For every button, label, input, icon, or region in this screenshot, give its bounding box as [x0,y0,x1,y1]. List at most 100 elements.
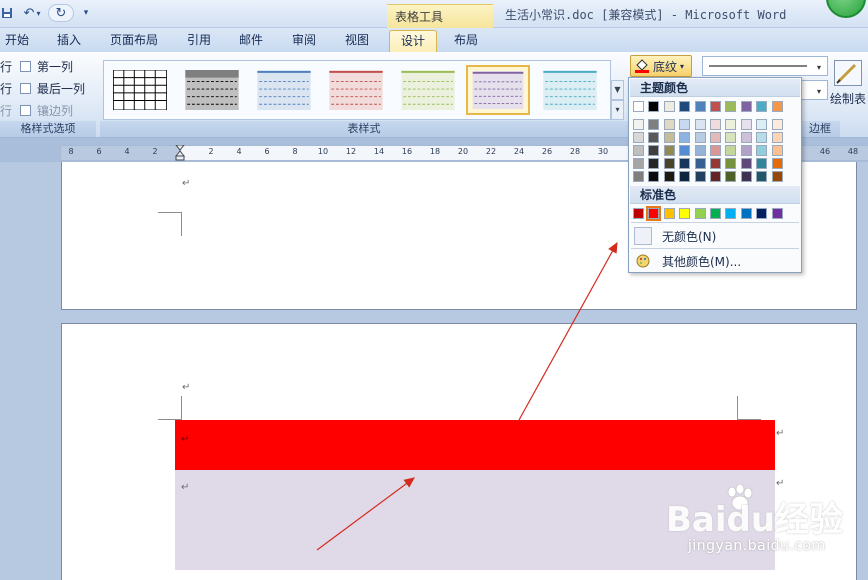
shading-color-dropdown[interactable]: 主题颜色 标准色 无颜色(N) 其他颜色(M)... [628,77,802,273]
theme-shade-swatch[interactable] [694,119,706,130]
theme-shade-swatch[interactable] [633,171,644,182]
option-total-row[interactable]: 行 [0,80,12,97]
theme-shade-swatch[interactable] [756,145,768,156]
redo-button[interactable]: ↻ [48,4,74,22]
theme-color-swatch[interactable] [771,101,783,112]
table-row-shaded-red[interactable]: ↵ [175,420,775,470]
theme-shade-swatch[interactable] [771,119,783,130]
office-orb-icon[interactable] [826,0,866,18]
theme-shade-swatch[interactable] [756,132,768,143]
line-style-select[interactable]: ▾ [702,56,828,76]
theme-shade-swatch[interactable] [648,119,660,130]
theme-color-swatch[interactable] [633,101,644,112]
theme-shade-swatch[interactable] [663,119,675,130]
theme-shade-swatch[interactable] [648,158,660,169]
more-colors-option[interactable]: 其他颜色(M)... [630,250,800,272]
theme-shade-swatch[interactable] [633,158,644,169]
theme-shade-swatch[interactable] [740,132,752,143]
theme-color-swatch[interactable] [756,101,768,112]
theme-shade-swatch[interactable] [771,158,783,169]
indent-marker-icon[interactable] [174,144,186,161]
tab-insert[interactable]: 插入 [50,30,88,52]
theme-shade-swatch[interactable] [710,158,721,169]
theme-shade-swatch[interactable] [679,119,691,130]
theme-shade-swatch[interactable] [648,145,660,156]
theme-shade-swatch[interactable] [725,119,737,130]
theme-color-swatch[interactable] [648,101,660,112]
theme-shade-swatch[interactable] [771,145,783,156]
standard-color-swatch[interactable] [646,206,662,221]
theme-shade-swatch[interactable] [679,158,691,169]
standard-color-swatch[interactable] [710,208,721,219]
theme-shade-swatch[interactable] [710,119,721,130]
theme-shade-swatch[interactable] [694,158,706,169]
tab-review[interactable]: 审阅 [285,30,323,52]
theme-color-swatch[interactable] [663,101,675,112]
theme-shade-swatch[interactable] [710,132,721,143]
standard-color-swatch[interactable] [679,208,691,219]
theme-shade-swatch[interactable] [725,158,737,169]
theme-shade-swatch[interactable] [740,119,752,130]
tab-view[interactable]: 视图 [338,30,376,52]
gallery-scroll-down-icon[interactable]: ▼ [611,80,624,100]
theme-shade-swatch[interactable] [725,171,737,182]
theme-color-swatch[interactable] [725,101,737,112]
theme-shade-swatch[interactable] [694,145,706,156]
theme-shade-swatch[interactable] [710,145,721,156]
theme-shade-swatch[interactable] [679,132,691,143]
tab-references[interactable]: 引用 [180,30,218,52]
standard-color-swatch[interactable] [633,208,644,219]
theme-shade-swatch[interactable] [740,158,752,169]
theme-shade-swatch[interactable] [756,158,768,169]
theme-shade-swatch[interactable] [633,119,644,130]
theme-shade-swatch[interactable] [663,158,675,169]
theme-shade-swatch[interactable] [756,119,768,130]
standard-color-swatch[interactable] [725,208,737,219]
save-icon[interactable] [0,4,14,22]
draw-table-button[interactable]: 绘制表 [828,58,868,118]
option-banded-rows[interactable]: 行 [0,102,12,119]
standard-color-swatch[interactable] [694,208,706,219]
theme-shade-swatch[interactable] [771,171,783,182]
table-style-thumbnail[interactable] [108,65,172,115]
table-style-thumbnail-selected[interactable] [466,65,530,115]
theme-shade-swatch[interactable] [756,171,768,182]
tab-design[interactable]: 设计 [389,30,437,52]
tab-page-layout[interactable]: 页面布局 [102,30,166,52]
theme-shade-swatch[interactable] [679,171,691,182]
theme-shade-swatch[interactable] [648,171,660,182]
standard-color-swatch[interactable] [771,208,783,219]
option-last-column[interactable]: 最后一列 [20,80,85,97]
theme-shade-swatch[interactable] [725,145,737,156]
tab-mailings[interactable]: 邮件 [232,30,270,52]
table-style-thumbnail[interactable] [396,65,460,115]
theme-shade-swatch[interactable] [633,145,644,156]
theme-shade-swatch[interactable] [710,171,721,182]
tab-layout[interactable]: 布局 [446,30,486,52]
last-column-checkbox[interactable] [20,83,31,94]
theme-shade-swatch[interactable] [694,132,706,143]
option-banded-columns[interactable]: 镶边列 [20,102,73,119]
undo-dropdown-icon[interactable]: ▾ [36,9,40,18]
banded-columns-checkbox[interactable] [20,105,31,116]
theme-color-swatch[interactable] [679,101,691,112]
theme-shade-swatch[interactable] [663,132,675,143]
theme-shade-swatch[interactable] [633,132,644,143]
standard-color-swatch[interactable] [756,208,768,219]
gallery-more-icon[interactable]: ▾ [611,100,624,120]
table-style-thumbnail[interactable] [180,65,244,115]
option-first-column[interactable]: 第一列 [20,58,73,75]
undo-button[interactable]: ↶ ▾ [18,4,46,22]
shading-button[interactable]: 底纹 ▾ [630,55,692,77]
first-column-checkbox[interactable] [20,61,31,72]
theme-shade-swatch[interactable] [740,145,752,156]
standard-color-swatch[interactable] [740,208,752,219]
tab-home[interactable]: 开始 [0,30,34,52]
theme-shade-swatch[interactable] [725,132,737,143]
no-color-option[interactable]: 无颜色(N) [630,225,800,247]
option-header-row[interactable]: 行 [0,58,12,75]
theme-shade-swatch[interactable] [679,145,691,156]
theme-shade-swatch[interactable] [648,132,660,143]
theme-shade-swatch[interactable] [663,171,675,182]
theme-color-swatch[interactable] [694,101,706,112]
